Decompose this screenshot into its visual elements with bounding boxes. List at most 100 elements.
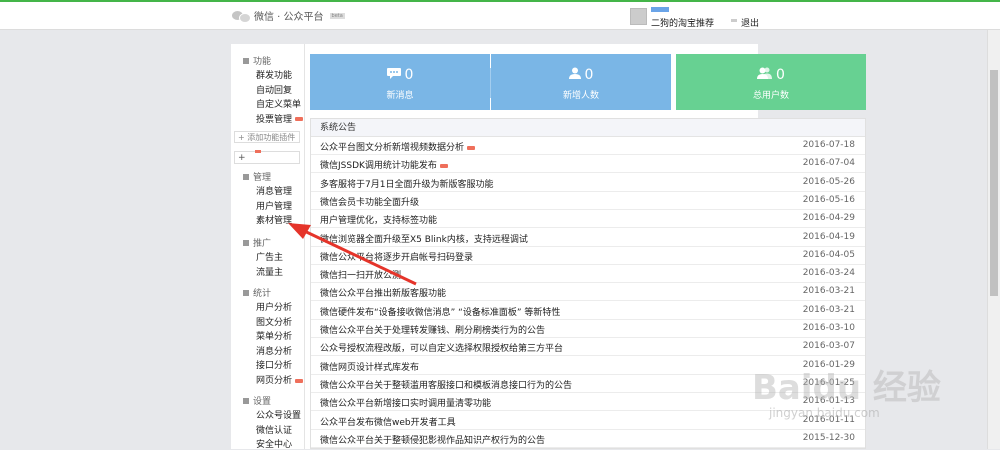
announcement-row[interactable]: 微信公众平台推出新版客服功能 2016-03-21 <box>311 283 865 302</box>
sidebar-item-label: 广告主 <box>256 253 284 263</box>
sidebar-item[interactable]: 网页分析 <box>256 373 304 386</box>
sidebar-item[interactable]: 图文分析 <box>256 315 292 328</box>
announcement-row[interactable]: 微信JSSDK调用统计功能发布 2016-07-04 <box>311 155 865 174</box>
announcement-title[interactable]: 微信会员卡功能全面升级 <box>320 195 419 208</box>
sidebar-item-label: 消息管理 <box>256 187 293 197</box>
announcement-date: 2016-07-04 <box>802 158 855 169</box>
sidebar-item[interactable]: 投票管理 <box>256 112 304 125</box>
announcement-row[interactable]: 微信公众平台将逐步开启帐号扫码登录 2016-04-05 <box>311 247 865 265</box>
announcement-title[interactable]: 微信JSSDK调用统计功能发布 <box>320 158 448 171</box>
announcement-title-text: 微信会员卡功能全面升级 <box>320 197 420 208</box>
announcement-date: 2016-07-18 <box>802 140 855 150</box>
sidebar-item[interactable]: 群发功能 <box>256 68 292 81</box>
announcement-row[interactable]: 微信浏览器全面升级至X5 Blink内核，支持远程调试 2016-04-19 <box>311 229 865 247</box>
announcement-title-text: 公众号授权流程改版，可以自定义选择权限授权给第三方平台 <box>320 344 564 355</box>
announcement-row[interactable]: 公众平台图文分析新增视频数据分析 2016-07-18 <box>311 137 865 155</box>
announcement-title[interactable]: 多客服将于7月1日全面升级为新版客服功能 <box>320 177 493 190</box>
announcement-title-text: 公众平台图文分析新增视频数据分析 <box>320 143 465 153</box>
announcement-title[interactable]: 微信硬件发布“设备接收微信消息” “设备标准面板” 等新特性 <box>320 305 560 318</box>
announcement-title-text: 微信公众平台关于整顿侵犯影视作品知识产权行为的公告 <box>320 435 546 446</box>
stat-new-messages[interactable]: 0 新消息 <box>310 54 490 110</box>
announcement-title[interactable]: 微信公众平台将逐步开启帐号扫码登录 <box>320 250 473 263</box>
sidebar-item[interactable]: 微信认证 <box>256 423 292 436</box>
announcement-title-text: 多客服将于7月1日全面升级为新版客服功能 <box>320 179 494 190</box>
grid-icon <box>243 57 249 64</box>
sidebar-item[interactable]: 公众号设置 <box>256 408 301 421</box>
sidebar-item-label: 群发功能 <box>256 71 293 81</box>
sidebar-item[interactable]: 安全中心 <box>256 437 292 450</box>
scrollbar-thumb[interactable] <box>990 70 998 296</box>
sidebar-item[interactable]: 用户分析 <box>256 300 292 313</box>
sidebar-item-label: 微信认证 <box>256 425 293 436</box>
stat-new-users[interactable]: 0 新增人数 <box>491 54 671 110</box>
announcement-title[interactable]: 微信扫一扫开放公测 <box>320 268 401 281</box>
announcement-title-text: 微信浏览器全面升级至X5 Blink内核，支持远程调试 <box>320 234 528 245</box>
announcement-title-text: 微信公众平台推出新版客服功能 <box>320 289 447 300</box>
announcement-date: 2016-04-29 <box>802 213 855 224</box>
logout-link[interactable]: 退出 <box>741 16 759 29</box>
sidebar-section-title: 推广 <box>253 239 272 249</box>
sidebar-item[interactable]: 流量主 <box>256 265 283 278</box>
avatar[interactable] <box>630 8 647 25</box>
folder-icon <box>243 173 249 180</box>
announcement-title[interactable]: 公众平台发布微信web开发者工具 <box>320 415 456 428</box>
announcement-row[interactable]: 公众号授权流程改版，可以自定义选择权限授权给第三方平台 2016-03-07 <box>311 338 865 357</box>
new-messages-label: 新消息 <box>386 91 414 101</box>
announcement-row[interactable]: 微信公众平台关于处理转发赚钱、刷分刷榜类行为的公告 2016-03-10 <box>311 320 865 338</box>
megaphone-icon <box>243 239 249 246</box>
announcement-title-text: 微信JSSDK调用统计功能发布 <box>320 161 437 172</box>
sidebar-item-label: 自动回复 <box>256 85 293 96</box>
sidebar-item[interactable]: 自动回复 <box>256 83 292 96</box>
sidebar-item[interactable]: 广告主 <box>256 250 283 263</box>
announcement-date: 2016-03-10 <box>802 323 855 333</box>
announcement-date: 2015-12-30 <box>802 432 855 443</box>
announcement-title[interactable]: 微信浏览器全面升级至X5 Blink内核，支持远程调试 <box>320 232 528 245</box>
sidebar-section-4: 设置 <box>243 394 271 407</box>
announcement-title[interactable]: 微信公众平台关于处理转发赚钱、刷分刷榜类行为的公告 <box>320 323 545 336</box>
wechat-logo[interactable]: 微信 · 公众平台 beta <box>232 8 345 23</box>
sidebar-item[interactable]: 菜单分析 <box>256 329 292 342</box>
announcement-row[interactable]: 微信公众平台关于整顿侵犯影视作品知识产权行为的公告 2015-12-30 <box>311 430 865 448</box>
announcement-title[interactable]: 公众号授权流程改版，可以自定义选择权限授权给第三方平台 <box>320 341 563 354</box>
stat-total-users[interactable]: 0 总用户数 <box>676 54 866 110</box>
announcement-title[interactable]: 微信公众平台关于整顿侵犯影视作品知识产权行为的公告 <box>320 433 545 446</box>
sidebar-section-0: 功能 <box>243 54 271 67</box>
logo-text: 微信 · 公众平台 <box>254 12 324 23</box>
announcement-title[interactable]: 公众平台图文分析新增视频数据分析 <box>320 140 476 153</box>
add-plugin-button[interactable]: + 添加功能插件 <box>234 131 300 143</box>
new-badge <box>295 117 304 122</box>
sidebar-item[interactable]: 消息管理 <box>256 184 292 197</box>
add-button[interactable]: + <box>234 151 300 164</box>
announcement-title[interactable]: 用户管理优化，支持标签功能 <box>320 213 437 226</box>
sidebar-item[interactable]: 消息分析 <box>256 344 292 357</box>
sidebar-item-label: 投票管理 <box>256 114 293 125</box>
sidebar-item[interactable]: 自定义菜单 <box>256 97 301 110</box>
sidebar-item-label: 素材管理 <box>256 216 293 227</box>
sidebar-item[interactable]: 接口分析 <box>256 358 292 371</box>
account-name[interactable]: 二狗的淘宝推荐 <box>651 16 714 29</box>
announcement-row[interactable]: 用户管理优化，支持标签功能 2016-04-29 <box>311 210 865 229</box>
page-scrollbar[interactable] <box>987 30 1000 449</box>
mail-icon[interactable] <box>731 19 737 22</box>
message-icon <box>386 67 401 83</box>
announcement-date: 2016-05-16 <box>802 194 855 205</box>
users-icon <box>757 67 773 83</box>
announcement-title[interactable]: 微信网页设计样式库发布 <box>320 360 419 373</box>
announcement-title[interactable]: 微信公众平台推出新版客服功能 <box>320 286 446 299</box>
sidebar-item[interactable]: 素材管理 <box>256 213 292 226</box>
chart-icon <box>243 289 249 296</box>
announcement-row[interactable]: 微信硬件发布“设备接收微信消息” “设备标准面板” 等新特性 2016-03-21 <box>311 302 865 320</box>
sidebar-item[interactable]: 用户管理 <box>256 199 292 212</box>
new-users-label: 新增人数 <box>562 91 599 101</box>
new-badge <box>295 378 304 383</box>
total-users-count: 0 <box>776 67 785 83</box>
announcement-title-text: 微信硬件发布“设备接收微信消息” “设备标准面板” 等新特性 <box>320 307 561 318</box>
baidu-watermark: Baidu 经验 <box>752 368 941 408</box>
announcement-title[interactable]: 微信公众平台新增接口实时调用量清零功能 <box>320 396 491 409</box>
announcement-row[interactable]: 微信扫一扫开放公测 2016-03-24 <box>311 265 865 284</box>
announcement-title[interactable]: 微信公众平台关于整顿滥用客服接口和模板消息接口行为的公告 <box>320 378 572 391</box>
new-badge <box>467 145 476 150</box>
announcement-row[interactable]: 微信会员卡功能全面升级 2016-05-16 <box>311 192 865 210</box>
announcement-row[interactable]: 多客服将于7月1日全面升级为新版客服功能 2016-05-26 <box>311 174 865 192</box>
announcement-title-text: 微信公众平台关于处理转发赚钱、刷分刷榜类行为的公告 <box>320 326 546 336</box>
